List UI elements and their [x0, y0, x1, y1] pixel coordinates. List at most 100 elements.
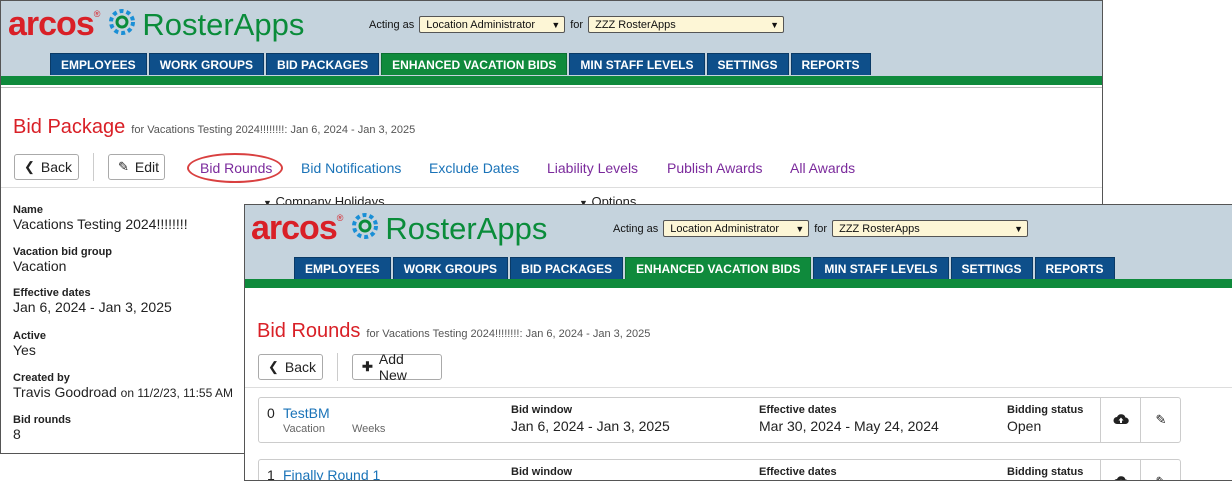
pencil-icon: ✎: [1156, 412, 1167, 428]
logo-arcos-text: arcos: [8, 5, 94, 44]
main-nav-tabs: EMPLOYEES WORK GROUPS BID PACKAGES ENHAN…: [50, 53, 873, 75]
link-bid-notifications[interactable]: Bid Notifications: [301, 160, 401, 176]
effective-dates-value: Mar 30, 2024 - May 24, 2024: [759, 418, 939, 434]
tab-bid-packages[interactable]: BID PACKAGES: [266, 53, 379, 75]
highlight-circle: [187, 153, 283, 183]
toolbar-divider: [1, 187, 1102, 188]
bid-round-card: 1 Finally Round 1 Bid window Effective d…: [258, 459, 1181, 481]
bidding-status-label: Bidding status: [1007, 404, 1083, 416]
org-select-value: ZZZ RosterApps: [595, 19, 676, 31]
main-nav-tabs: EMPLOYEES WORK GROUPS BID PACKAGES ENHAN…: [294, 257, 1117, 279]
tab-reports[interactable]: REPORTS: [791, 53, 871, 75]
page-title-subtitle: for Vacations Testing 2024!!!!!!!!: Jan …: [366, 328, 650, 340]
toolbar-divider: [245, 387, 1232, 388]
edit-button[interactable]: ✎ Edit: [108, 154, 165, 180]
upload-button[interactable]: [1100, 460, 1141, 481]
edit-round-button[interactable]: ✎: [1140, 398, 1181, 442]
bid-round-card: 0 TestBM Vacation Weeks Bid window Jan 6…: [258, 397, 1181, 443]
tab-enhanced-vacation-bids[interactable]: ENHANCED VACATION BIDS: [381, 53, 567, 75]
logo-arcos-text: arcos: [251, 209, 337, 248]
upload-button[interactable]: [1100, 398, 1141, 442]
bidding-status-value: Open: [1007, 418, 1041, 434]
created-on: on 11/2/23, 11:55 AM: [121, 386, 233, 400]
page-title: Bid Package for Vacations Testing 2024!!…: [13, 116, 415, 139]
header-green-bar: [245, 279, 1232, 288]
tab-work-groups[interactable]: WORK GROUPS: [149, 53, 264, 75]
org-select-value: ZZZ RosterApps: [839, 223, 920, 235]
name-value: Vacations Testing 2024!!!!!!!!: [13, 216, 188, 232]
role-select[interactable]: Location Administrator ▼: [663, 220, 809, 237]
active-value: Yes: [13, 342, 36, 358]
toolbar-separator: [93, 153, 94, 181]
bid-rounds-value: 8: [13, 426, 21, 442]
chevron-down-icon: ▼: [770, 20, 779, 30]
logo-registered-mark: ®: [94, 9, 101, 19]
round-number: 0: [267, 405, 275, 421]
effective-dates-label: Effective dates: [13, 287, 91, 299]
chevron-down-icon: ▼: [551, 20, 560, 30]
for-label: for: [570, 19, 583, 31]
role-select[interactable]: Location Administrator▼: [419, 16, 565, 33]
chevron-down-icon: ▼: [795, 224, 804, 234]
vacation-bid-group-label: Vacation bid group: [13, 246, 112, 258]
acting-as-bar: Acting as Location Administrator▼ for ZZ…: [369, 16, 789, 33]
effective-dates-label: Effective dates: [759, 404, 837, 416]
cloud-upload-icon: [1113, 475, 1129, 481]
arcos-rosterapps-logo[interactable]: arcos ® RosterApps: [251, 209, 547, 248]
back-button[interactable]: ❮Back: [258, 354, 323, 380]
acting-as-bar: Acting as Location Administrator ▼ for ZZ…: [613, 220, 1033, 237]
edit-round-button[interactable]: ✎: [1140, 460, 1181, 481]
page-title-subtitle: for Vacations Testing 2024!!!!!!!!: Jan …: [131, 124, 415, 136]
created-by-name: Travis Goodroad: [13, 384, 117, 400]
tab-reports[interactable]: REPORTS: [1035, 257, 1115, 279]
link-exclude-dates[interactable]: Exclude Dates: [429, 160, 519, 176]
name-label: Name: [13, 204, 43, 216]
bid-rounds-label: Bid rounds: [13, 414, 71, 426]
link-liability-levels[interactable]: Liability Levels: [547, 160, 638, 176]
created-by-label: Created by: [13, 372, 70, 384]
pencil-icon: ✎: [118, 159, 129, 175]
logo-registered-mark: ®: [337, 213, 344, 223]
acting-as-label: Acting as: [369, 19, 414, 31]
tab-bid-packages[interactable]: BID PACKAGES: [510, 257, 623, 279]
round-name-link[interactable]: Finally Round 1: [283, 467, 380, 481]
logo-rosterapps-text: RosterApps: [385, 211, 547, 247]
page-title-main: Bid Package: [13, 116, 125, 139]
tab-settings[interactable]: SETTINGS: [707, 53, 789, 75]
role-select-value: Location Administrator: [670, 223, 779, 235]
toolbar-separator: [337, 353, 338, 381]
tab-employees[interactable]: EMPLOYEES: [50, 53, 147, 75]
chevron-down-icon: ▼: [1014, 224, 1023, 234]
effective-dates-label: Effective dates: [759, 466, 837, 478]
add-new-button[interactable]: ✚Add New: [352, 354, 442, 380]
cloud-upload-icon: [1113, 413, 1129, 428]
link-publish-awards[interactable]: Publish Awards: [667, 160, 762, 176]
back-button-label: Back: [41, 159, 72, 175]
active-label: Active: [13, 330, 46, 342]
gear-logo-icon: [105, 5, 139, 44]
round-name-link[interactable]: TestBM: [283, 405, 330, 421]
bidding-status-label: Bidding status: [1007, 466, 1083, 478]
link-all-awards[interactable]: All Awards: [790, 160, 855, 176]
page-title-main: Bid Rounds: [257, 320, 360, 343]
for-label: for: [814, 223, 827, 235]
app-header: arcos ® RosterApps Acting as Location Ad…: [1, 1, 1102, 76]
org-select[interactable]: ZZZ RosterApps ▼: [832, 220, 1028, 237]
edit-button-label: Edit: [135, 159, 159, 175]
tab-enhanced-vacation-bids[interactable]: ENHANCED VACATION BIDS: [625, 257, 811, 279]
tab-work-groups[interactable]: WORK GROUPS: [393, 257, 508, 279]
tab-min-staff-levels[interactable]: MIN STAFF LEVELS: [569, 53, 704, 75]
effective-dates-value: Jan 6, 2024 - Jan 3, 2025: [13, 299, 172, 315]
header-divider: [1, 87, 1102, 88]
acting-as-label: Acting as: [613, 223, 658, 235]
gear-logo-icon: [348, 209, 382, 248]
back-button[interactable]: ❮Back: [14, 154, 79, 180]
created-by-value: Travis Goodroad on 11/2/23, 11:55 AM: [13, 384, 233, 400]
tab-settings[interactable]: SETTINGS: [951, 257, 1033, 279]
org-select[interactable]: ZZZ RosterApps ▼: [588, 16, 784, 33]
tab-min-staff-levels[interactable]: MIN STAFF LEVELS: [813, 257, 948, 279]
arcos-rosterapps-logo[interactable]: arcos ® RosterApps: [8, 5, 304, 44]
app-header: arcos ® RosterApps Acting as Location Ad…: [245, 205, 1232, 279]
tab-employees[interactable]: EMPLOYEES: [294, 257, 391, 279]
page-title: Bid Rounds for Vacations Testing 2024!!!…: [257, 320, 650, 343]
